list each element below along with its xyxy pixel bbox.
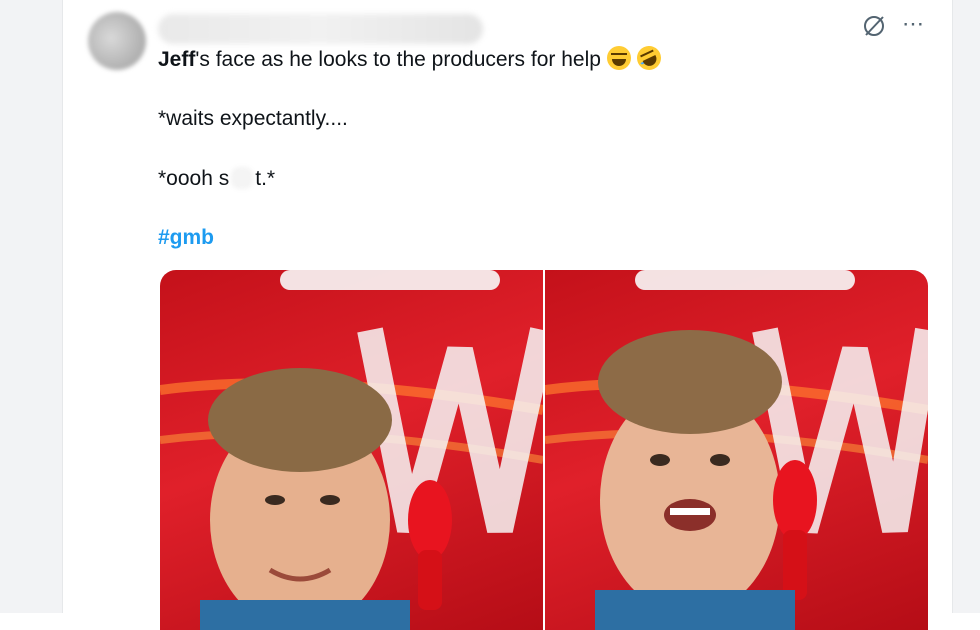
mention-name[interactable]: Jeff xyxy=(158,48,195,71)
tweet-text-line-1: Jeff's face as he looks to the producers… xyxy=(158,42,665,74)
photo-illustration-left xyxy=(160,270,543,630)
left-rail xyxy=(0,0,63,613)
eye-slash-icon[interactable] xyxy=(862,14,886,38)
photo-right[interactable] xyxy=(545,270,928,630)
hashtag-link[interactable]: #gmb xyxy=(158,225,214,251)
tweet-text-segment: t.* xyxy=(255,167,276,190)
grinning-squinting-face-icon xyxy=(606,46,631,70)
more-icon[interactable]: ⋯ xyxy=(902,13,925,35)
tweet-text-line-3: *oooh s t.* xyxy=(158,166,275,192)
rolling-laughing-face-icon xyxy=(632,42,665,74)
redaction-blur xyxy=(231,167,254,189)
photo-left[interactable] xyxy=(160,270,543,630)
avatar[interactable] xyxy=(88,12,146,70)
author-name-redacted xyxy=(158,14,483,44)
tweet-text-line-2: *waits expectantly.... xyxy=(158,107,348,130)
media-grid xyxy=(160,270,928,630)
photo-illustration-right xyxy=(545,270,928,630)
tweet-text-segment: *oooh s xyxy=(158,167,230,190)
right-rail xyxy=(952,0,980,613)
tweet-text-segment: 's face as he looks to the producers for… xyxy=(195,48,601,71)
